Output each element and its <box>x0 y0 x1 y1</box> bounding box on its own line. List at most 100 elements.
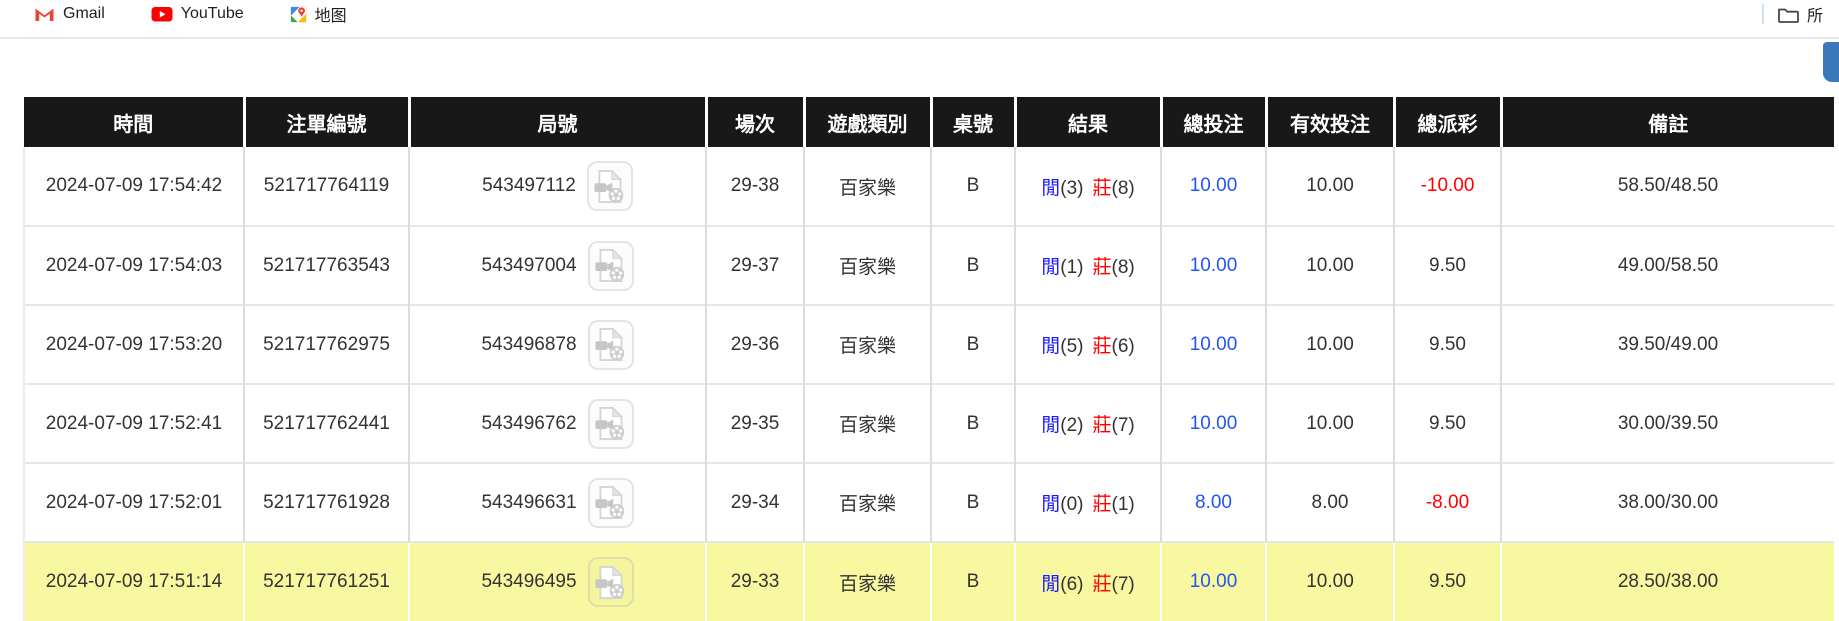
player-points: (1) <box>1060 257 1084 278</box>
cell-result: 閒(6) 莊(7) <box>1015 541 1162 621</box>
banker-result: 莊 <box>1092 177 1112 199</box>
cell-valid-bet: 10.00 <box>1266 225 1395 305</box>
total-bet-link[interactable]: 10.00 <box>1190 255 1238 276</box>
total-bet-link[interactable]: 10.00 <box>1190 413 1238 434</box>
cell-table-no: B <box>931 541 1016 621</box>
player-points: (2) <box>1060 415 1084 436</box>
video-file-icon <box>594 405 627 442</box>
cell-table-no: B <box>931 383 1016 463</box>
player-points: (5) <box>1060 336 1084 357</box>
banker-result: 莊 <box>1092 336 1112 357</box>
cell-session: 29-36 <box>706 304 805 384</box>
bookmark-youtube[interactable]: YouTube <box>151 5 244 23</box>
cell-total-bet: 10.00 <box>1161 541 1267 621</box>
total-bet-link[interactable]: 10.00 <box>1190 334 1238 355</box>
cell-remark: 38.00/30.00 <box>1501 462 1834 542</box>
toolbar-divider <box>0 37 1839 39</box>
player-points: (0) <box>1060 494 1084 515</box>
column-header-session: 場次 <box>706 97 806 147</box>
table-row[interactable]: 2024-07-09 17:52:01 521717761928 5434966… <box>23 462 1834 542</box>
cell-time: 2024-07-09 17:54:42 <box>23 147 245 226</box>
video-file-icon <box>594 326 627 363</box>
table-row[interactable]: 2024-07-09 17:51:14 521717761251 5434964… <box>23 541 1834 621</box>
scrollbar-thumb[interactable] <box>1823 42 1839 82</box>
banker-points: (8) <box>1111 257 1135 278</box>
video-replay-button[interactable] <box>587 240 634 291</box>
cell-bet-id: 521717761928 <box>244 462 410 542</box>
total-bet-link[interactable]: 10.00 <box>1190 175 1238 196</box>
table-row[interactable]: 2024-07-09 17:54:03 521717763543 5434970… <box>23 225 1834 305</box>
total-bet-link[interactable]: 8.00 <box>1195 492 1232 513</box>
cell-game-type: 百家樂 <box>804 304 932 384</box>
cell-remark: 49.00/58.50 <box>1501 225 1834 305</box>
banker-points: (7) <box>1111 415 1135 436</box>
cell-game-type: 百家樂 <box>804 541 932 621</box>
cell-round-id: 543496878 <box>409 304 707 384</box>
cell-round-id: 543496495 <box>409 541 707 621</box>
bookmark-label: YouTube <box>180 5 244 22</box>
player-result: 閒 <box>1041 415 1061 436</box>
banker-points: (7) <box>1111 573 1135 595</box>
cell-total-bet: 10.00 <box>1161 383 1267 463</box>
cell-total-bet: 10.00 <box>1161 304 1267 384</box>
banker-points: (6) <box>1111 336 1135 357</box>
cell-bet-id: 521717763543 <box>244 225 410 305</box>
banker-result: 莊 <box>1092 573 1112 595</box>
cell-valid-bet: 10.00 <box>1266 147 1395 226</box>
video-file-icon <box>594 484 627 521</box>
video-replay-button[interactable] <box>587 398 634 449</box>
cell-remark: 39.50/49.00 <box>1501 304 1834 384</box>
cell-total-payout: -8.00 <box>1394 462 1502 542</box>
cell-time: 2024-07-09 17:54:03 <box>23 225 245 305</box>
cell-remark: 58.50/48.50 <box>1501 147 1834 226</box>
column-header-time: 時間 <box>24 97 246 147</box>
cell-bet-id: 521717761251 <box>244 541 410 621</box>
cell-total-payout: 9.50 <box>1394 383 1502 463</box>
bookmark-maps[interactable]: 地图 <box>289 2 347 26</box>
cell-total-bet: 10.00 <box>1161 225 1267 305</box>
cell-session: 29-33 <box>706 541 805 621</box>
video-replay-button[interactable] <box>587 319 634 370</box>
cell-round-id: 543497112 <box>409 147 707 226</box>
table-header-row: 時間 注單編號 局號 場次 遊戲類別 桌號 結果 總投注 有效投注 總派彩 備註 <box>24 97 1834 147</box>
cell-total-payout: -10.00 <box>1394 147 1502 226</box>
cell-table-no: B <box>931 147 1016 226</box>
bookmarks-divider <box>1762 4 1764 24</box>
column-header-valid-bet: 有效投注 <box>1266 97 1396 147</box>
cell-result: 閒(3) 莊(8) <box>1015 147 1162 226</box>
table-row[interactable]: 2024-07-09 17:54:42 521717764119 5434971… <box>23 147 1834 226</box>
column-header-game-type: 遊戲類別 <box>804 97 933 147</box>
cell-total-bet: 10.00 <box>1161 147 1267 226</box>
cell-game-type: 百家樂 <box>804 383 932 463</box>
cell-round-id: 543497004 <box>409 225 707 305</box>
cell-round-id: 543496762 <box>409 383 707 463</box>
table-row[interactable]: 2024-07-09 17:53:20 521717762975 5434968… <box>23 304 1834 384</box>
player-result: 閒 <box>1041 336 1061 357</box>
video-replay-button[interactable] <box>587 477 634 528</box>
cell-bet-id: 521717764119 <box>244 147 410 226</box>
all-bookmarks-button[interactable]: 所 <box>1777 2 1823 26</box>
cell-remark: 28.50/38.00 <box>1501 541 1834 621</box>
cell-table-no: B <box>931 225 1016 305</box>
table-row[interactable]: 2024-07-09 17:52:41 521717762441 5434967… <box>23 383 1834 463</box>
cell-bet-id: 521717762441 <box>244 383 410 463</box>
all-bookmarks-label: 所 <box>1807 8 1824 25</box>
video-replay-button[interactable] <box>587 557 634 607</box>
cell-session: 29-37 <box>706 225 805 305</box>
column-header-bet-id: 注單編號 <box>244 97 411 147</box>
bookmark-gmail[interactable]: Gmail <box>34 5 105 23</box>
cell-bet-id: 521717762975 <box>244 304 410 384</box>
column-header-total-bet: 總投注 <box>1161 97 1268 147</box>
cell-table-no: B <box>931 304 1016 384</box>
player-result: 閒 <box>1041 257 1061 278</box>
cell-total-payout: 9.50 <box>1394 304 1502 384</box>
total-bet-link[interactable]: 10.00 <box>1190 571 1238 592</box>
cell-time: 2024-07-09 17:52:01 <box>23 462 245 542</box>
cell-session: 29-35 <box>706 383 805 463</box>
cell-result: 閒(0) 莊(1) <box>1015 462 1162 542</box>
cell-table-no: B <box>931 462 1016 542</box>
banker-points: (1) <box>1111 494 1135 515</box>
player-result: 閒 <box>1041 494 1061 515</box>
video-file-icon <box>593 168 626 205</box>
video-replay-button[interactable] <box>586 161 633 211</box>
